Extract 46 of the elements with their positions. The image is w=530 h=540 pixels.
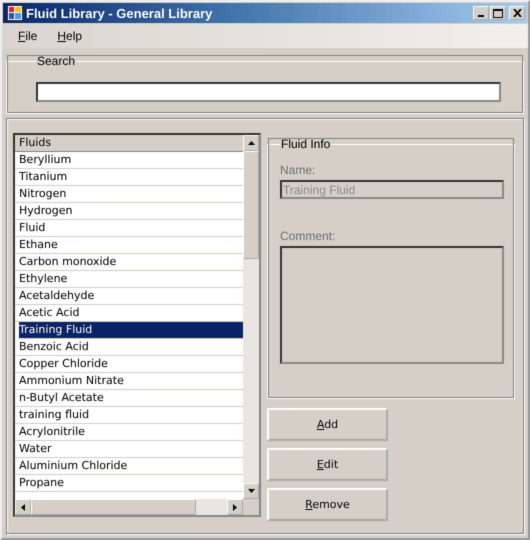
list-item[interactable]: training fluid [15, 407, 243, 424]
maximize-icon [493, 8, 503, 18]
list-item[interactable]: Beryllium [15, 152, 243, 169]
maximize-button[interactable] [490, 6, 506, 20]
scroll-thumb[interactable] [31, 499, 196, 515]
column-header[interactable]: Fluids [15, 135, 243, 152]
scrollbar-corner [243, 499, 259, 515]
list-item[interactable]: n-Butyl Acetate [15, 390, 243, 407]
vertical-scrollbar[interactable] [243, 135, 259, 515]
horizontal-scrollbar[interactable] [15, 499, 243, 515]
menu-item[interactable]: File [10, 27, 46, 45]
action-button[interactable]: Add [267, 408, 388, 441]
list-item[interactable]: Propane [15, 475, 243, 492]
list-item[interactable]: Ethane [15, 237, 243, 254]
list-item[interactable]: Carbon monoxide [15, 254, 243, 271]
list-item[interactable]: Fluid [15, 220, 243, 237]
list-item[interactable]: Hydrogen [15, 203, 243, 220]
list-item[interactable]: Ethylene [15, 271, 243, 288]
list-item[interactable]: Aluminium Chloride [15, 458, 243, 475]
close-icon [512, 9, 522, 17]
list-item[interactable]: Ammonium Nitrate [15, 373, 243, 390]
menu-item[interactable]: Help [49, 27, 90, 45]
list-item[interactable]: Nitrogen [15, 186, 243, 203]
down-arrow-icon [248, 489, 254, 493]
right-arrow-icon [233, 504, 237, 510]
list-item[interactable]: Training Fluid [19, 322, 243, 339]
search-field[interactable] [36, 82, 501, 102]
close-button[interactable] [509, 6, 525, 20]
list-item[interactable]: Titanium [15, 169, 243, 186]
window-title: Fluid Library - General Library [26, 6, 214, 20]
field-label: Name: [280, 163, 316, 177]
list-item[interactable]: Water [15, 441, 243, 458]
list-item[interactable]: Copper Chloride [15, 356, 243, 373]
app-icon [7, 5, 23, 21]
list-item[interactable]: Acrylonitrile [15, 424, 243, 441]
group-title: Search [36, 54, 76, 68]
action-button[interactable]: Edit [267, 448, 388, 481]
action-button[interactable]: Remove [267, 488, 388, 521]
left-arrow-icon [21, 504, 25, 510]
list-item[interactable]: Acetaldehyde [15, 288, 243, 305]
field-label: Comment: [280, 229, 336, 243]
list-item[interactable]: Benzoic Acid [15, 339, 243, 356]
minimize-button[interactable] [473, 6, 489, 20]
group-title: Fluid Info [280, 137, 332, 151]
scroll-thumb[interactable] [243, 151, 259, 259]
up-arrow-icon [248, 141, 254, 145]
